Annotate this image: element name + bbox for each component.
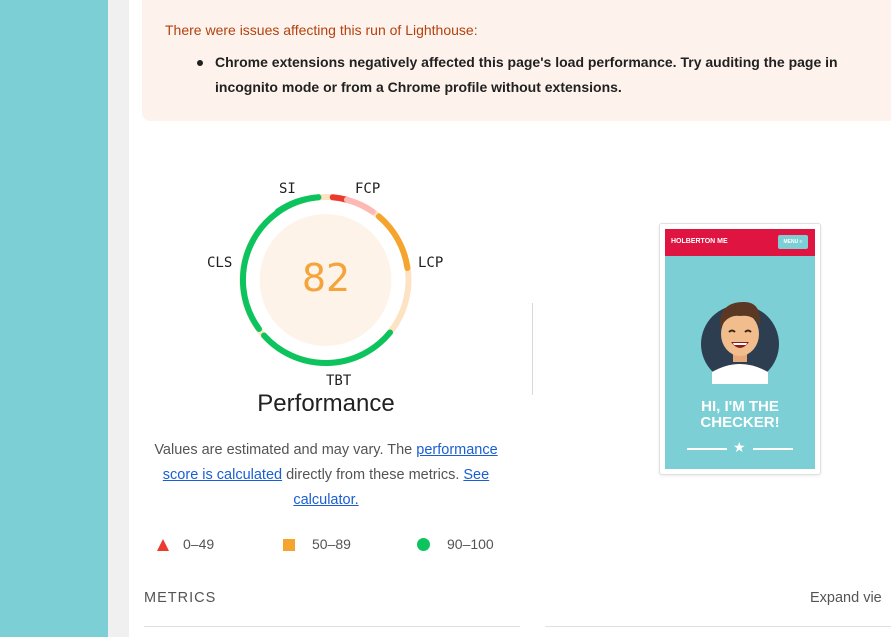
circle-icon	[417, 538, 430, 551]
warning-item-text: Chrome extensions negatively affected th…	[215, 54, 838, 95]
final-screenshot[interactable]: HOLBERTON ME MENU ≡ HI, I'M THE CHECKER!…	[659, 223, 821, 475]
screenshot-hero-text: HI, I'M THE CHECKER!	[700, 398, 780, 431]
left-gray-gutter	[108, 0, 129, 637]
legend-pass-label: 90–100	[447, 536, 494, 552]
description-text-2: directly from these metrics.	[282, 467, 464, 483]
performance-score: 82	[301, 256, 351, 300]
metrics-heading: METRICS	[144, 590, 217, 606]
hero-divider-right	[753, 448, 793, 450]
star-icon: ★	[733, 439, 746, 455]
screenshot-brand: HOLBERTON ME	[671, 238, 728, 245]
legend-average-label: 50–89	[312, 536, 351, 552]
gauge-arc-si	[274, 194, 322, 215]
bullet-icon	[197, 60, 203, 66]
left-teal-panel	[0, 0, 108, 637]
warning-list: Chrome extensions negatively affected th…	[193, 50, 891, 100]
gauge-label-tbt: TBT	[326, 373, 352, 389]
screenshot-menu-button: MENU ≡	[778, 235, 808, 249]
screenshot-header: HOLBERTON ME MENU ≡	[665, 229, 815, 256]
performance-title: Performance	[257, 390, 395, 417]
gauge-label-si: SI	[279, 181, 296, 197]
warning-item: Chrome extensions negatively affected th…	[193, 50, 891, 100]
metrics-divider-left	[144, 626, 520, 627]
legend-fail-label: 0–49	[183, 536, 215, 552]
hero-divider-left	[687, 448, 727, 450]
score-description: Values are estimated and may vary. The p…	[140, 438, 512, 513]
gauge-label-cls: CLS	[207, 255, 233, 271]
vertical-divider	[532, 303, 533, 395]
warning-box: There were issues affecting this run of …	[142, 0, 891, 121]
warning-title: There were issues affecting this run of …	[165, 22, 478, 38]
gauge-label-lcp: LCP	[418, 255, 444, 271]
triangle-icon	[157, 539, 169, 551]
avatar-icon	[701, 302, 779, 384]
expand-view-toggle[interactable]: Expand vie	[810, 590, 882, 606]
square-icon	[283, 539, 295, 551]
gauge-arc-fcp-pink	[343, 196, 376, 215]
gauge-label-fcp: FCP	[355, 181, 381, 197]
metrics-divider-right	[545, 626, 891, 627]
screenshot-content: HOLBERTON ME MENU ≡ HI, I'M THE CHECKER!…	[665, 229, 815, 469]
description-text-1: Values are estimated and may vary. The	[154, 442, 417, 458]
